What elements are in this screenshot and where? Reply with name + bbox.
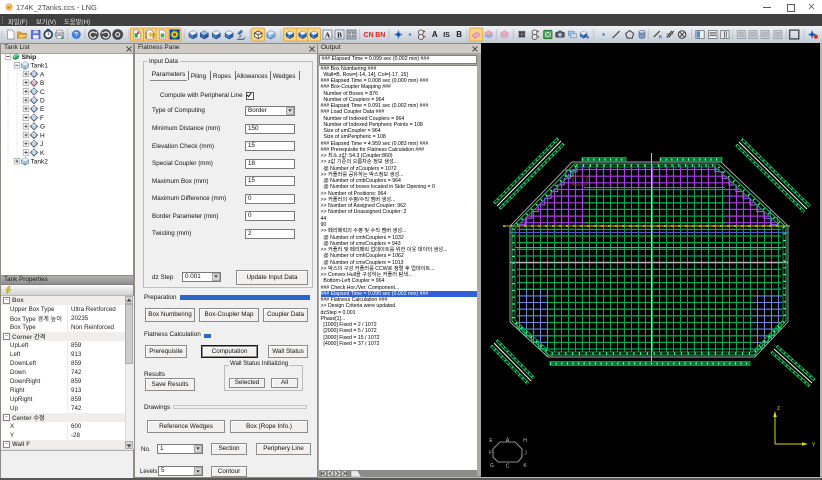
svg-text:C: C xyxy=(40,89,45,96)
svg-text:C: C xyxy=(506,464,510,470)
svg-text:Tank2: Tank2 xyxy=(31,159,49,166)
svg-text:?: ? xyxy=(74,32,78,39)
svg-text:B: B xyxy=(337,30,342,39)
svg-text:B: B xyxy=(40,80,44,87)
svg-text:B: B xyxy=(456,30,462,39)
svg-text:A: A xyxy=(432,30,438,39)
svg-text:G: G xyxy=(40,124,45,131)
svg-text:Tank1: Tank1 xyxy=(31,63,49,70)
svg-text:H: H xyxy=(523,438,527,444)
svg-text:F: F xyxy=(489,451,492,457)
svg-text:K: K xyxy=(40,150,45,157)
svg-text:Ship: Ship xyxy=(22,54,37,61)
svg-text:E: E xyxy=(40,106,45,113)
svg-text:D: D xyxy=(40,98,45,105)
svg-text:J: J xyxy=(40,141,43,148)
svg-text:IS: IS xyxy=(443,32,450,39)
svg-text:A: A xyxy=(325,30,331,39)
svg-text:F: F xyxy=(40,115,44,122)
svg-text:R: R xyxy=(659,35,663,40)
svg-text:H: H xyxy=(40,132,45,139)
svg-text:G: G xyxy=(490,463,494,469)
svg-text:BN: BN xyxy=(375,32,385,39)
svg-text:A: A xyxy=(40,71,45,78)
svg-text:CN: CN xyxy=(364,32,374,39)
svg-text:Z: Z xyxy=(777,406,780,412)
